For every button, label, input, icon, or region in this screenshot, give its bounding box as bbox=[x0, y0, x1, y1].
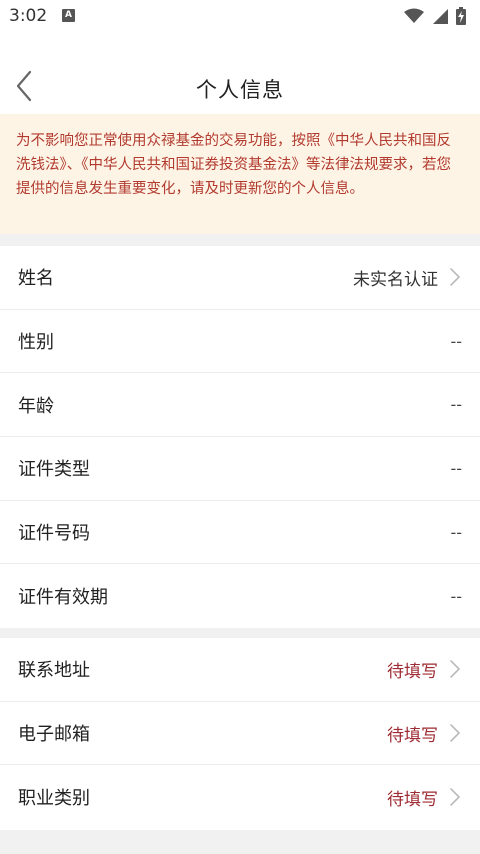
battery-icon bbox=[456, 7, 466, 25]
row-value: -- bbox=[450, 586, 462, 606]
row-label: 年龄 bbox=[18, 395, 54, 417]
row-value: -- bbox=[450, 331, 462, 351]
row-label: 姓名 bbox=[18, 268, 54, 290]
row-label: 证件号码 bbox=[18, 523, 90, 545]
contact-section: 联系地址 待填写 电子邮箱 待填写 职业类别 待填写 bbox=[0, 638, 480, 830]
occupation-row[interactable]: 职业类别 待填写 bbox=[0, 765, 480, 829]
row-value: 待填写 bbox=[387, 789, 438, 810]
page-title: 个人信息 bbox=[196, 78, 284, 102]
row-label: 证件有效期 bbox=[18, 587, 108, 609]
chevron-right-icon bbox=[450, 268, 460, 287]
row-label: 电子邮箱 bbox=[18, 724, 90, 746]
id-type-row: 证件类型 -- bbox=[0, 437, 480, 501]
chevron-right-icon bbox=[450, 788, 460, 807]
row-label: 证件类型 bbox=[18, 459, 90, 481]
id-number-row: 证件号码 -- bbox=[0, 501, 480, 565]
chevron-right-icon bbox=[450, 724, 460, 742]
chevron-right-icon bbox=[450, 660, 460, 679]
gender-row: 性别 -- bbox=[0, 310, 480, 374]
status-time: 3:02 bbox=[9, 6, 48, 26]
signal-icon bbox=[433, 9, 448, 24]
notification-a-icon: A bbox=[62, 9, 75, 22]
row-value: -- bbox=[450, 395, 462, 415]
row-value: -- bbox=[450, 522, 462, 542]
status-bar: 3:02 A bbox=[0, 0, 480, 34]
row-value: -- bbox=[450, 458, 462, 478]
id-validity-row: 证件有效期 -- bbox=[0, 564, 480, 628]
identity-section: 姓名 未实名认证 性别 -- 年龄 -- 证件类型 -- 证件号码 -- 证件有… bbox=[0, 246, 480, 628]
row-value: 未实名认证 bbox=[353, 269, 438, 290]
age-row: 年龄 -- bbox=[0, 373, 480, 438]
row-value: 待填写 bbox=[387, 661, 438, 682]
header: 个人信息 bbox=[0, 34, 480, 114]
notice-text: 为不影响您正常使用众禄基金的交易功能，按照《中华人民共和国反洗钱法》、《中华人民… bbox=[16, 133, 451, 197]
row-label: 联系地址 bbox=[18, 660, 90, 682]
row-label: 性别 bbox=[18, 332, 54, 354]
address-row[interactable]: 联系地址 待填写 bbox=[0, 638, 480, 702]
wifi-icon bbox=[404, 8, 424, 23]
notice-banner: 为不影响您正常使用众禄基金的交易功能，按照《中华人民共和国反洗钱法》、《中华人民… bbox=[0, 114, 480, 234]
name-row[interactable]: 姓名 未实名认证 bbox=[0, 246, 480, 310]
email-row[interactable]: 电子邮箱 待填写 bbox=[0, 702, 480, 766]
row-label: 职业类别 bbox=[18, 788, 90, 810]
row-value: 待填写 bbox=[387, 725, 438, 746]
status-icons bbox=[404, 7, 466, 25]
